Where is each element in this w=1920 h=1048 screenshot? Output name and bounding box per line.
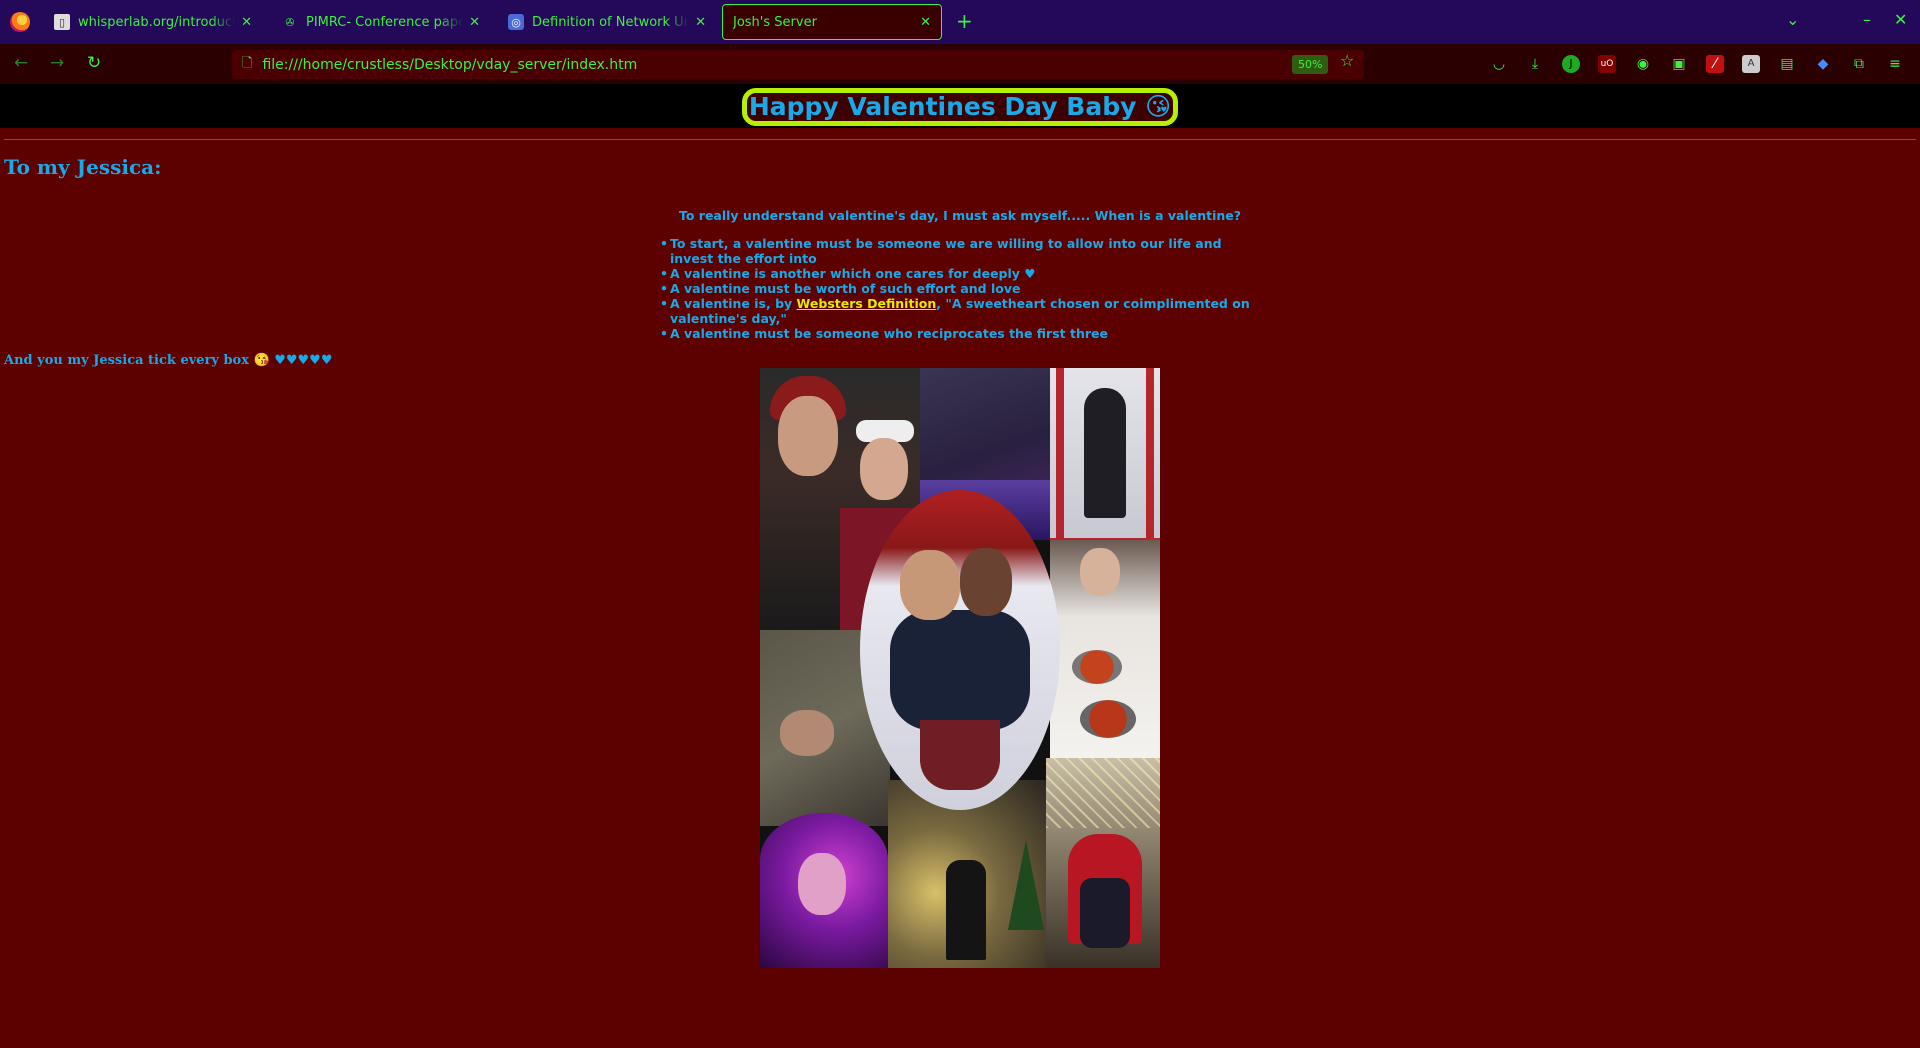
- tab-whisperlab[interactable]: ▯ whisperlab.org/introduction ✕: [44, 4, 262, 40]
- list-item: A valentine must be someone who reciproc…: [660, 326, 1260, 341]
- tab-label: whisperlab.org/introduction: [78, 14, 236, 30]
- extensions-puzzle-icon[interactable]: ⧉: [1850, 55, 1868, 73]
- tab-pimrc[interactable]: ✇ PIMRC- Conference paper - ✕: [272, 4, 490, 40]
- close-tab-icon[interactable]: ✕: [469, 15, 480, 30]
- extension-window-icon[interactable]: ▣: [1670, 55, 1688, 73]
- question-text: To really understand valentine's day, I …: [678, 208, 1242, 223]
- pin-icon: ✇: [285, 15, 295, 29]
- bookmark-star-icon[interactable]: ☆: [1340, 51, 1354, 70]
- tab-bar: ▯ whisperlab.org/introduction ✕ ✇ PIMRC-…: [0, 0, 1920, 44]
- tab-label: Definition of Network Units: [532, 14, 690, 30]
- page-icon: ▯: [54, 14, 70, 30]
- url-bar[interactable]: 🗋 file:///home/crustless/Desktop/vday_se…: [232, 50, 1364, 79]
- forward-icon[interactable]: →: [50, 53, 64, 73]
- extension-red-icon[interactable]: ⁄: [1706, 55, 1724, 73]
- close-tab-icon[interactable]: ✕: [695, 15, 706, 30]
- list-item-text: A valentine is, by: [670, 296, 797, 311]
- downloads-icon[interactable]: ⤓: [1526, 55, 1544, 73]
- ublock-icon[interactable]: uO: [1598, 55, 1616, 73]
- extension-doc-icon[interactable]: ▤: [1778, 55, 1796, 73]
- tab-label: Josh's Server: [733, 14, 817, 30]
- list-all-tabs-icon[interactable]: ⌄: [1786, 10, 1799, 29]
- snow-lift-photo: [1050, 368, 1160, 540]
- kiss-heart-photo: [860, 490, 1060, 810]
- minimize-icon[interactable]: –: [1863, 10, 1871, 29]
- tab-label: PIMRC- Conference paper -: [306, 14, 464, 30]
- list-item: A valentine is, by Websters Definition, …: [660, 296, 1260, 326]
- photo-collage: [760, 368, 1160, 968]
- list-item: To start, a valentine must be someone we…: [660, 236, 1260, 266]
- page-title: Happy Valentines Day Baby 😘: [742, 88, 1178, 126]
- pocket-icon[interactable]: ◡: [1490, 55, 1508, 73]
- list-item: A valentine must be worth of such effort…: [660, 281, 1260, 296]
- app-menu-icon[interactable]: ≡: [1886, 55, 1904, 73]
- dinner-photo: [1050, 540, 1160, 758]
- zoom-level-badge[interactable]: 50%: [1292, 55, 1329, 74]
- globe-icon: ◎: [508, 14, 524, 30]
- extension-mask-icon[interactable]: ◉: [1634, 55, 1652, 73]
- greeting-heading: To my Jessica:: [4, 155, 162, 179]
- page-info-icon[interactable]: 🗋: [242, 54, 252, 76]
- websters-definition-link[interactable]: Websters Definition: [797, 296, 937, 311]
- back-icon[interactable]: ←: [14, 53, 28, 73]
- reload-icon[interactable]: ↻: [87, 53, 101, 73]
- party-selfie-photo: [760, 813, 888, 968]
- valentine-criteria-list: To start, a valentine must be someone we…: [660, 236, 1260, 341]
- tab-network-units[interactable]: ◎ Definition of Network Units ✕: [498, 4, 716, 40]
- page-header-bar: Happy Valentines Day Baby 😘: [0, 84, 1920, 128]
- extension-a-icon[interactable]: A: [1742, 55, 1760, 73]
- extension-j-icon[interactable]: J: [1562, 55, 1580, 73]
- close-tab-icon[interactable]: ✕: [920, 15, 931, 30]
- extension-shield-icon[interactable]: ◆: [1814, 55, 1832, 73]
- close-tab-icon[interactable]: ✕: [241, 15, 252, 30]
- tab-joshs-server[interactable]: Josh's Server ✕: [722, 4, 942, 40]
- url-text[interactable]: file:///home/crustless/Desktop/vday_serv…: [262, 57, 637, 73]
- firefox-menu-icon[interactable]: [10, 12, 30, 32]
- close-window-icon[interactable]: ✕: [1894, 10, 1907, 29]
- closing-text: And you my Jessica tick every box 😘 ♥♥♥♥…: [4, 353, 333, 368]
- navigation-toolbar: ← → ↻ 🗋 file:///home/crustless/Desktop/v…: [0, 44, 1920, 84]
- horizontal-rule: [4, 139, 1916, 140]
- red-throne-photo: [1046, 758, 1160, 968]
- list-item: A valentine is another which one cares f…: [660, 266, 1260, 281]
- new-tab-icon[interactable]: +: [956, 10, 973, 32]
